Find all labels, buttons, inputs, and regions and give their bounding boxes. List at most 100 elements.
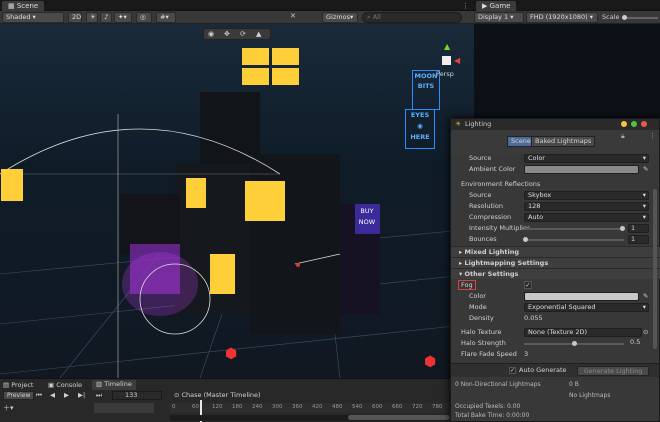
add-track-icon[interactable]: ＋▾ xyxy=(3,403,14,413)
orientation-gizmo[interactable]: ▲ ◀ Persp xyxy=(428,42,468,82)
tab-game[interactable]: ▶ Game xyxy=(476,1,517,11)
next-frame-icon[interactable]: ▶| xyxy=(78,391,85,399)
intensity-row: Intensity Multiplier 1 xyxy=(451,223,660,234)
tab-game-label: Game xyxy=(489,2,511,10)
refl-source-dropdown[interactable]: Skybox ▾ xyxy=(524,191,649,200)
track-tools[interactable] xyxy=(94,403,154,413)
timeline-ruler[interactable]: 0601201802403003604204805406006607207808… xyxy=(170,403,450,413)
flare-fade-value[interactable]: 3 xyxy=(524,349,528,360)
env-reflections-label: Environment Reflections xyxy=(461,180,541,188)
y-axis-icon: ▲ xyxy=(444,42,451,51)
checkmark-icon: ✓ xyxy=(510,367,516,374)
other-settings-label: Other Settings xyxy=(464,270,519,278)
lightmap-size: 0 B xyxy=(569,381,579,388)
source-dropdown[interactable]: Color ▾ xyxy=(524,154,649,163)
density-value[interactable]: 0.055 xyxy=(524,313,543,324)
sign-eyes: EYES xyxy=(410,111,430,119)
2d-label: 2D xyxy=(72,13,82,21)
scene-search-input[interactable]: ⌕ All xyxy=(362,12,462,23)
eyedropper-icon[interactable]: ✎ xyxy=(643,164,648,175)
ruler-tick-label: 600 xyxy=(372,404,383,410)
effects-dropdown-icon[interactable]: ✦▾ xyxy=(114,12,132,23)
building-window xyxy=(1,169,23,201)
generate-lighting-button[interactable]: Generate Lighting xyxy=(577,366,649,376)
halo-strength-knob[interactable] xyxy=(572,341,577,346)
bounces-slider[interactable] xyxy=(523,237,624,242)
tab-timeline[interactable]: ▥ Timeline xyxy=(92,380,136,390)
2d-toggle[interactable]: 2D xyxy=(68,12,82,23)
fog-color-field[interactable] xyxy=(524,292,639,301)
timeline-icon: ▥ xyxy=(96,380,105,388)
light-gizmo-icon[interactable]: ⬢ xyxy=(424,354,436,370)
resolution-row: Resolution 128 ▾ xyxy=(451,201,660,212)
mixed-lighting-label: Mixed Lighting xyxy=(464,248,520,256)
menu-icon[interactable]: ⋮ xyxy=(462,2,469,10)
target-icon[interactable]: ⊙ xyxy=(643,327,648,338)
lighting-toggle-icon[interactable]: ☀ xyxy=(86,12,98,23)
fog-checkbox[interactable]: ✓ xyxy=(524,281,532,289)
timeline-scrollbar[interactable] xyxy=(348,415,450,420)
ruler-tick-label: 480 xyxy=(332,404,343,410)
bounces-field[interactable]: 1 xyxy=(628,235,649,244)
other-settings-section[interactable]: ▾ Other Settings xyxy=(451,268,660,279)
density-row: Density 0.055 xyxy=(451,313,660,324)
play-icon[interactable]: ▶ xyxy=(64,391,69,399)
display-dropdown[interactable]: Display 1 ▾ xyxy=(474,12,524,23)
fog-label: Fog xyxy=(458,280,476,290)
resolution-dropdown[interactable]: FHD (1920x1080) ▾ xyxy=(526,12,598,23)
halo-strength-field[interactable]: 0.5 xyxy=(628,339,649,348)
game-tab-icon: ▶ xyxy=(482,2,490,10)
lock-icon[interactable]: 🔒︎ xyxy=(621,132,625,141)
lock-icon: ⊙ xyxy=(174,391,182,399)
compression-value: Auto xyxy=(528,213,544,221)
non-directional-count: 0 Non-Directional Lightmaps xyxy=(455,381,541,388)
close-button[interactable] xyxy=(641,121,647,127)
auto-generate-checkbox[interactable]: ✓ xyxy=(509,367,516,374)
tab-project[interactable]: ▤ Project xyxy=(3,381,33,389)
ambient-color-field[interactable] xyxy=(524,165,639,174)
lighting-scrollbar[interactable] xyxy=(653,189,657,349)
eyedropper-icon[interactable]: ✎ xyxy=(643,291,648,302)
light-gizmo-icon[interactable]: ⬢ xyxy=(225,346,237,362)
dropdown-arrow-icon: ▾ xyxy=(642,303,646,311)
scale-slider-knob[interactable] xyxy=(622,15,627,20)
scene-view[interactable]: ◉ ✥ ⟳ ▲ MOON BITS EYES ◉ HERE BUY NOW ▲ … xyxy=(0,24,474,378)
halo-texture-field[interactable]: None (Texture 2D) xyxy=(524,328,642,337)
maximize-button[interactable] xyxy=(631,121,637,127)
bounces-slider-knob[interactable] xyxy=(523,237,528,242)
grid-toggle-icon[interactable]: #▾ xyxy=(156,12,176,23)
tools-icon[interactable]: ✕ xyxy=(290,12,296,20)
minimize-button[interactable] xyxy=(621,121,627,127)
go-to-end-icon[interactable]: ⏭ xyxy=(96,391,102,400)
eye-icon: ◉ xyxy=(417,122,423,130)
compression-dropdown[interactable]: Auto ▾ xyxy=(524,213,649,222)
ambient-label: Ambient Color xyxy=(469,165,516,173)
intensity-field[interactable]: 1 xyxy=(628,224,649,233)
shading-dropdown[interactable]: Shaded ▾ xyxy=(2,12,64,23)
halo-texture-label: Halo Texture xyxy=(461,328,502,336)
preview-button[interactable]: Preview xyxy=(3,391,35,400)
menu-icon[interactable]: ⋮ xyxy=(649,132,656,140)
intensity-slider[interactable] xyxy=(524,226,625,231)
previous-frame-icon[interactable]: ◀ xyxy=(50,391,55,399)
halo-strength-row: Halo Strength 0.5 xyxy=(451,338,660,349)
fog-mode-dropdown[interactable]: Exponential Squared ▾ xyxy=(524,303,649,312)
hidden-objects-icon[interactable]: ◎ xyxy=(136,12,152,23)
scale-slider[interactable] xyxy=(622,15,658,20)
lightmapping-settings-section[interactable]: ▸ Lightmapping Settings xyxy=(451,257,660,268)
bounces-value: 1 xyxy=(631,235,636,243)
halo-strength-slider[interactable] xyxy=(524,341,624,346)
tab-baked-lightmaps[interactable]: Baked Lightmaps xyxy=(531,136,596,147)
tab-console[interactable]: ▣ Console xyxy=(48,381,82,389)
tab-scene[interactable]: ▦ Scene xyxy=(2,1,45,11)
go-to-start-icon[interactable]: ⏮ xyxy=(36,391,42,400)
ruler-tick-label: 720 xyxy=(412,404,423,410)
intensity-slider-knob[interactable] xyxy=(620,226,625,231)
source-value: Color xyxy=(528,154,545,162)
resolution-dropdown-lighting[interactable]: 128 ▾ xyxy=(524,202,649,211)
mixed-lighting-section[interactable]: ▸ Mixed Lighting xyxy=(451,246,660,257)
frame-field[interactable]: 133 xyxy=(112,391,162,400)
dropdown-arrow-icon: ▾ xyxy=(642,213,646,221)
audio-toggle-icon[interactable]: ♪ xyxy=(100,12,112,23)
gizmos-dropdown[interactable]: Gizmos▾ xyxy=(322,12,358,23)
